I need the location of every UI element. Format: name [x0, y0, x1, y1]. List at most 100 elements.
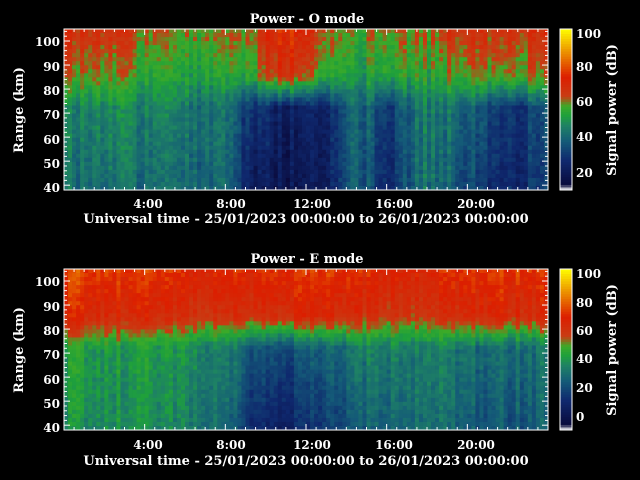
- heatmap-cell: [104, 57, 109, 62]
- heatmap-cell: [310, 73, 315, 78]
- heatmap-cell: [185, 89, 190, 94]
- heatmap-cell: [128, 105, 133, 110]
- heatmap-cell: [483, 73, 488, 78]
- heatmap-cell: [334, 133, 339, 139]
- heatmap-cell: [382, 157, 388, 163]
- heatmap-cell: [205, 149, 210, 155]
- heatmap-cell: [241, 169, 246, 175]
- heatmap-cell: [362, 173, 367, 179]
- heatmap-cell: [233, 33, 238, 38]
- heatmap-cell: [471, 125, 476, 131]
- heatmap-cell: [152, 113, 158, 118]
- heatmap-cell: [128, 173, 133, 179]
- heatmap-cell: [366, 37, 371, 42]
- heatmap-cell: [185, 81, 190, 86]
- heatmap-cell: [346, 101, 351, 106]
- heatmap-cell: [144, 113, 150, 118]
- heatmap-cell: [390, 49, 396, 54]
- heatmap-cell: [289, 125, 295, 131]
- heatmap-cell: [128, 125, 133, 131]
- heatmap-cell: [128, 117, 133, 122]
- heatmap-cell: [334, 177, 339, 183]
- heatmap-cell: [160, 109, 166, 114]
- heatmap-cell: [527, 105, 533, 110]
- heatmap-cell: [144, 165, 150, 171]
- heatmap-cell: [427, 53, 432, 58]
- heatmap-cell: [76, 121, 81, 127]
- heatmap-cell: [221, 141, 226, 147]
- heatmap-cell: [76, 41, 81, 46]
- heatmap-cell: [233, 177, 238, 183]
- heatmap-cell: [289, 137, 295, 143]
- heatmap-cell: [116, 77, 121, 82]
- heatmap-cell: [120, 121, 125, 127]
- heatmap-cell: [455, 73, 460, 78]
- heatmap-cell: [463, 137, 468, 143]
- heatmap-cell: [265, 105, 271, 110]
- heatmap-cell: [459, 169, 464, 175]
- heatmap-cell: [350, 89, 355, 94]
- heatmap-cell: [164, 145, 170, 151]
- heatmap-cell: [386, 49, 392, 54]
- heatmap-cell: [164, 157, 170, 163]
- heatmap-cell: [467, 125, 472, 131]
- heatmap-cell: [455, 33, 460, 38]
- heatmap-cell: [265, 61, 271, 66]
- heatmap-cell: [362, 41, 367, 46]
- heatmap-cell: [342, 37, 347, 42]
- heatmap-cell: [269, 89, 275, 94]
- heatmap-cell: [451, 181, 456, 187]
- heatmap-cell: [374, 57, 379, 62]
- heatmap-cell: [245, 157, 250, 163]
- heatmap-cell: [205, 145, 210, 151]
- heatmap-cell: [439, 129, 444, 135]
- heatmap-cell: [241, 181, 246, 187]
- heatmap-cell: [257, 69, 263, 74]
- heatmap-cell: [390, 165, 396, 171]
- heatmap-cell: [84, 181, 89, 187]
- heatmap-cell: [124, 169, 129, 175]
- heatmap-cell: [189, 129, 194, 135]
- heatmap-cell: [531, 165, 537, 171]
- heatmap-cell: [92, 57, 97, 62]
- heatmap-cell: [104, 113, 109, 118]
- heatmap-cell: [229, 105, 234, 110]
- heatmap-cell: [100, 177, 105, 183]
- heatmap-cell: [471, 181, 476, 187]
- heatmap-cell: [459, 121, 464, 127]
- heatmap-cell: [104, 125, 109, 131]
- heatmap-cell: [427, 181, 432, 187]
- heatmap-cell: [100, 133, 105, 139]
- heatmap-cell: [293, 81, 299, 86]
- heatmap-cell: [281, 81, 287, 86]
- heatmap-cell: [358, 97, 363, 102]
- heatmap-cell: [354, 129, 359, 135]
- heatmap-cell: [354, 89, 359, 94]
- heatmap-cell: [362, 161, 367, 167]
- heatmap-cell: [322, 89, 327, 94]
- heatmap-cell: [128, 85, 133, 90]
- heatmap-cell: [148, 141, 154, 147]
- heatmap-cell: [495, 129, 500, 135]
- heatmap-cell: [495, 85, 500, 90]
- heatmap-cell: [314, 181, 319, 187]
- heatmap-cell: [269, 125, 275, 131]
- heatmap-cell: [531, 81, 537, 86]
- heatmap-cell: [257, 121, 263, 127]
- heatmap-cell: [164, 121, 170, 127]
- heatmap-cell: [322, 101, 327, 106]
- heatmap-cell: [386, 141, 392, 147]
- heatmap-cell: [354, 81, 359, 86]
- heatmap-cell: [431, 173, 436, 179]
- heatmap-cell: [253, 85, 258, 90]
- heatmap-cell: [120, 173, 125, 179]
- heatmap-cell: [116, 97, 121, 102]
- heatmap-cell: [92, 133, 97, 139]
- heatmap-cell: [443, 165, 448, 171]
- heatmap-cell: [330, 41, 335, 46]
- heatmap-cell: [84, 41, 89, 46]
- heatmap-cell: [68, 137, 73, 143]
- heatmap-cell: [386, 73, 392, 78]
- heatmap-cell: [225, 81, 230, 86]
- heatmap-cell: [301, 109, 307, 114]
